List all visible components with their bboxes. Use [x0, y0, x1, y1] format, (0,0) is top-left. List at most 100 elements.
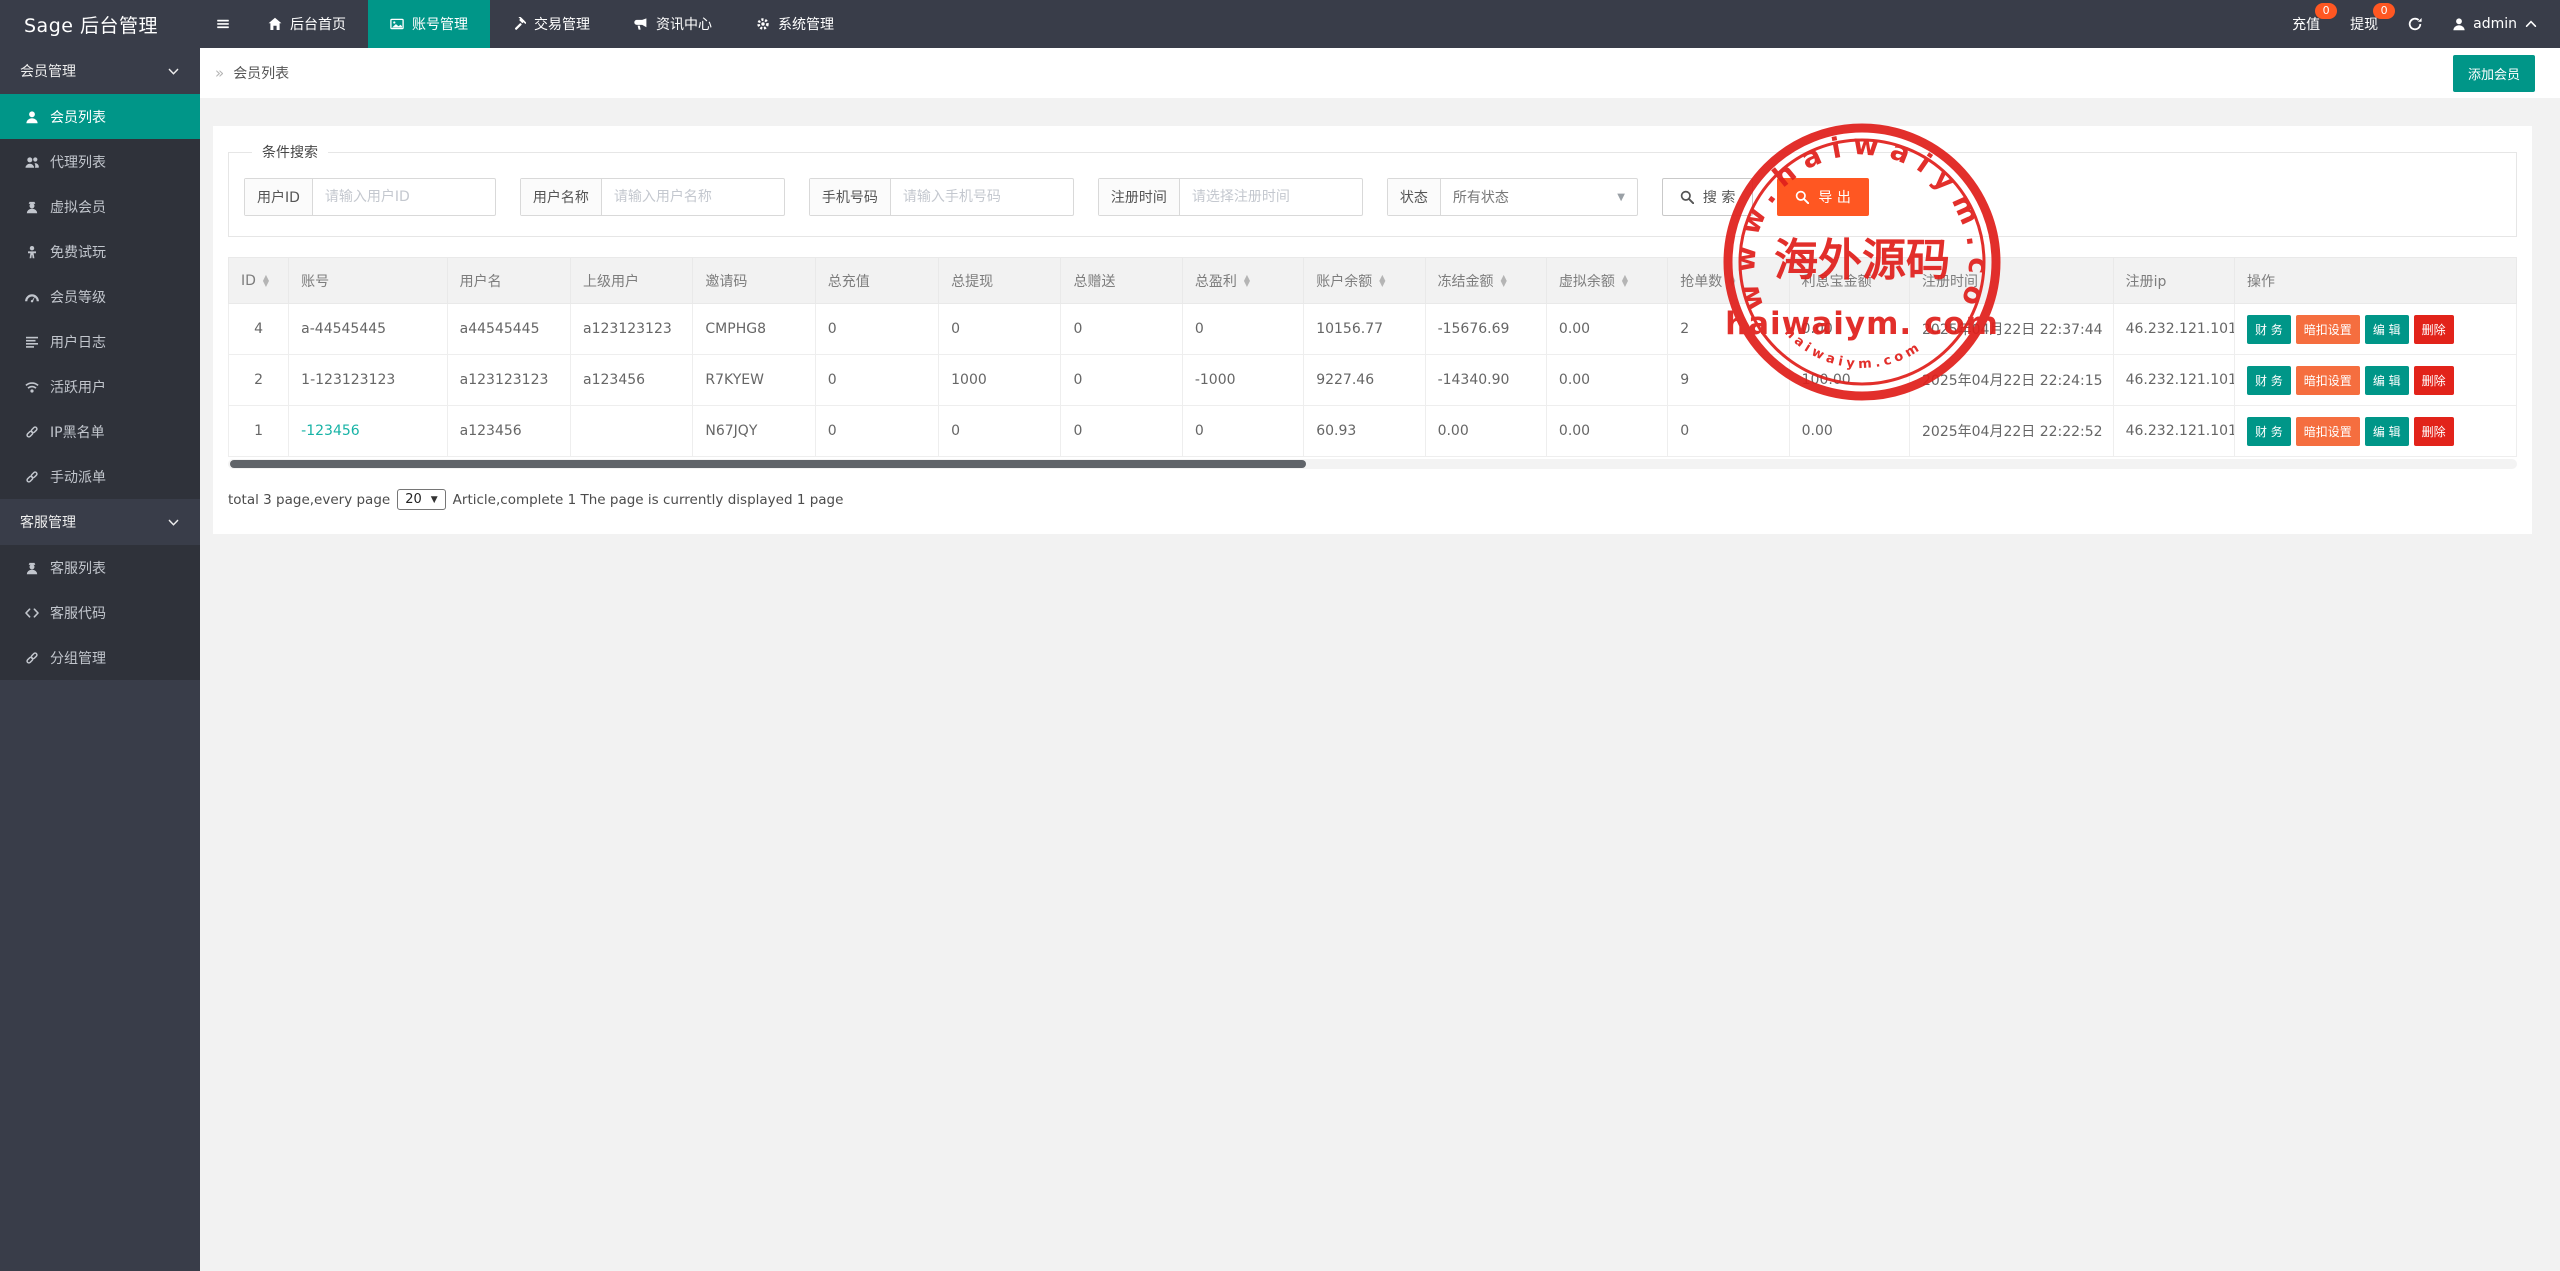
sidebar: 会员管理 会员列表 代理列表 虚拟会员 免费试玩 会员等级 用户日志 活跃用户 …: [0, 48, 200, 1271]
topnav-item-label: 系统管理: [778, 14, 834, 34]
sidebar-item-service-code[interactable]: 客服代码: [0, 590, 200, 635]
link-icon: [25, 651, 39, 665]
refresh-icon[interactable]: [2408, 17, 2422, 31]
table-cell: 46.232.121.101: [2113, 355, 2234, 406]
column-header[interactable]: 抢单数▲▼: [1668, 258, 1789, 304]
user-secret-icon: [25, 200, 39, 214]
breadcrumb: 会员列表: [233, 63, 289, 83]
column-header: 注册ip: [2113, 258, 2234, 304]
column-header: 用户名: [447, 258, 570, 304]
delete-button[interactable]: 删除: [2414, 417, 2454, 446]
hidden-deduction-settings-button[interactable]: 暗扣设置: [2296, 417, 2360, 446]
table-cell: a123123123: [571, 304, 693, 355]
table-cell: 0.00: [1425, 406, 1546, 457]
user-name-input[interactable]: [602, 179, 784, 215]
users-icon: [25, 155, 39, 169]
export-button[interactable]: 导 出: [1777, 178, 1868, 216]
chevron-down-icon: ▼: [431, 495, 438, 505]
username: admin: [2473, 16, 2517, 32]
horizontal-scrollbar-thumb[interactable]: [230, 460, 1306, 468]
column-header[interactable]: 账户余额▲▼: [1304, 258, 1425, 304]
add-member-button[interactable]: 添加会员: [2453, 55, 2535, 92]
topnav-item-label: 交易管理: [534, 14, 590, 34]
link-icon: [25, 425, 39, 439]
topnav-item-news[interactable]: 资讯中心: [612, 0, 734, 48]
withdraw-link[interactable]: 提现 0: [2350, 14, 2378, 34]
sidebar-item-agent-list[interactable]: 代理列表: [0, 139, 200, 184]
topnav-item-account[interactable]: 账号管理: [368, 0, 490, 48]
user-menu[interactable]: admin: [2452, 16, 2538, 32]
edit-button[interactable]: 编 辑: [2365, 366, 2409, 395]
table-cell: 0: [815, 355, 938, 406]
sidebar-section-service-management[interactable]: 客服管理: [0, 499, 200, 545]
pagination: total 3 page,every page 20 ▼ Article,com…: [228, 489, 2517, 510]
column-header: 总提现: [939, 258, 1061, 304]
finance-button[interactable]: 财 务: [2247, 417, 2291, 446]
user-secret-icon: [25, 561, 39, 575]
column-header: 总赠送: [1061, 258, 1182, 304]
table-cell: 0: [815, 304, 938, 355]
sidebar-item-ip-blacklist[interactable]: IP黑名单: [0, 409, 200, 454]
table-cell: a123456: [447, 406, 570, 457]
phone-number-input[interactable]: [891, 179, 1073, 215]
status-select[interactable]: 所有状态 ▼: [1441, 179, 1637, 215]
delete-button[interactable]: 删除: [2414, 366, 2454, 395]
table-cell: -123456: [289, 406, 447, 457]
sidebar-item-label: 虚拟会员: [50, 197, 106, 217]
chevron-down-icon: ▼: [1617, 192, 1625, 203]
finance-button[interactable]: 财 务: [2247, 315, 2291, 344]
column-header: 账号: [289, 258, 447, 304]
register-time-input[interactable]: [1180, 179, 1362, 215]
search-button[interactable]: 搜 索: [1662, 178, 1753, 216]
table-cell: 0: [1061, 355, 1182, 406]
topnav-item-trade[interactable]: 交易管理: [490, 0, 612, 48]
hamburger-icon[interactable]: [200, 0, 246, 48]
sort-icon[interactable]: ▲▼: [1379, 275, 1385, 287]
sort-icon[interactable]: ▲▼: [1729, 275, 1735, 287]
table-cell: 0.00: [1789, 406, 1909, 457]
recharge-link[interactable]: 充值 0: [2292, 14, 2320, 34]
table-cell: 0: [939, 304, 1061, 355]
table-cell: 9227.46: [1304, 355, 1425, 406]
account-link[interactable]: -123456: [301, 423, 360, 439]
chevron-down-icon: [167, 516, 180, 529]
hidden-deduction-settings-button[interactable]: 暗扣设置: [2296, 366, 2360, 395]
column-header[interactable]: 冻结金额▲▼: [1425, 258, 1546, 304]
table-row: 2 1-123123123 a123123123 a123456 R7KYEW …: [229, 355, 2517, 406]
table-cell: a123123123: [447, 355, 570, 406]
finance-button[interactable]: 财 务: [2247, 366, 2291, 395]
table-cell: a-44545445: [289, 304, 447, 355]
horizontal-scrollbar-track[interactable]: [228, 459, 2517, 469]
sidebar-item-free-trial[interactable]: 免费试玩: [0, 229, 200, 274]
topnav-item-home[interactable]: 后台首页: [246, 0, 368, 48]
search-field-user-name: 用户名称: [520, 178, 785, 216]
sidebar-item-group-management[interactable]: 分组管理: [0, 635, 200, 680]
sort-icon[interactable]: ▲▼: [1244, 275, 1250, 287]
user-id-input[interactable]: [313, 179, 495, 215]
sort-icon[interactable]: ▲▼: [1622, 275, 1628, 287]
hidden-deduction-settings-button[interactable]: 暗扣设置: [2296, 315, 2360, 344]
sidebar-item-service-list[interactable]: 客服列表: [0, 545, 200, 590]
sidebar-item-member-list[interactable]: 会员列表: [0, 94, 200, 139]
delete-button[interactable]: 删除: [2414, 315, 2454, 344]
sort-icon[interactable]: ▲▼: [1501, 275, 1507, 287]
table-cell: 10156.77: [1304, 304, 1425, 355]
edit-button[interactable]: 编 辑: [2365, 417, 2409, 446]
sidebar-section-member-management[interactable]: 会员管理: [0, 48, 200, 94]
column-header[interactable]: 总盈利▲▼: [1182, 258, 1303, 304]
sidebar-item-label: 会员列表: [50, 107, 106, 127]
column-header[interactable]: ID▲▼: [229, 258, 289, 304]
pagination-prefix: total 3 page,every page: [228, 492, 390, 508]
sidebar-item-virtual-members[interactable]: 虚拟会员: [0, 184, 200, 229]
sort-icon[interactable]: ▲▼: [263, 275, 269, 287]
page-size-select[interactable]: 20 ▼: [397, 489, 445, 510]
sidebar-item-user-logs[interactable]: 用户日志: [0, 319, 200, 364]
sidebar-item-manual-dispatch[interactable]: 手动派单: [0, 454, 200, 499]
sidebar-section-label: 会员管理: [20, 61, 76, 81]
sidebar-item-active-users[interactable]: 活跃用户: [0, 364, 200, 409]
edit-button[interactable]: 编 辑: [2365, 315, 2409, 344]
sidebar-item-member-level[interactable]: 会员等级: [0, 274, 200, 319]
app-title: Sage 后台管理: [0, 0, 200, 48]
column-header[interactable]: 虚拟余额▲▼: [1546, 258, 1667, 304]
topnav-item-system[interactable]: 系统管理: [734, 0, 856, 48]
